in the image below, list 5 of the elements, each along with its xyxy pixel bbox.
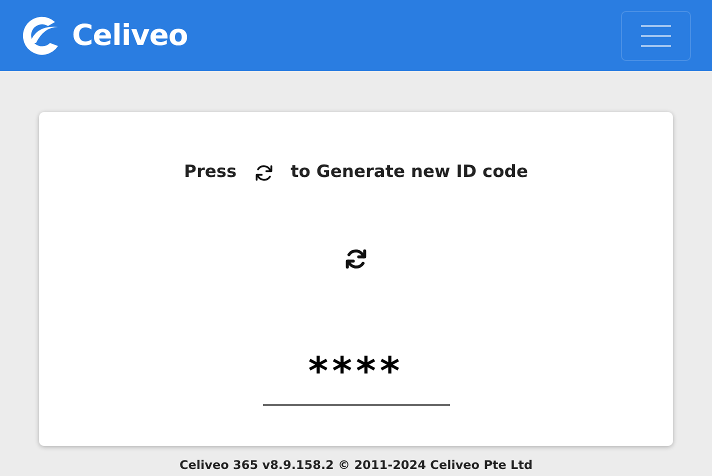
id-code: **** <box>308 352 404 390</box>
instruction-text: Press <box>184 161 237 184</box>
instruction-text: to Generate new ID code <box>290 161 528 184</box>
footer-text: Celiveo 365 v8.9.158.2 © 2011-2024 Celiveo Pte Ltd <box>178 457 534 474</box>
brand-name: Celiveo <box>72 16 188 54</box>
